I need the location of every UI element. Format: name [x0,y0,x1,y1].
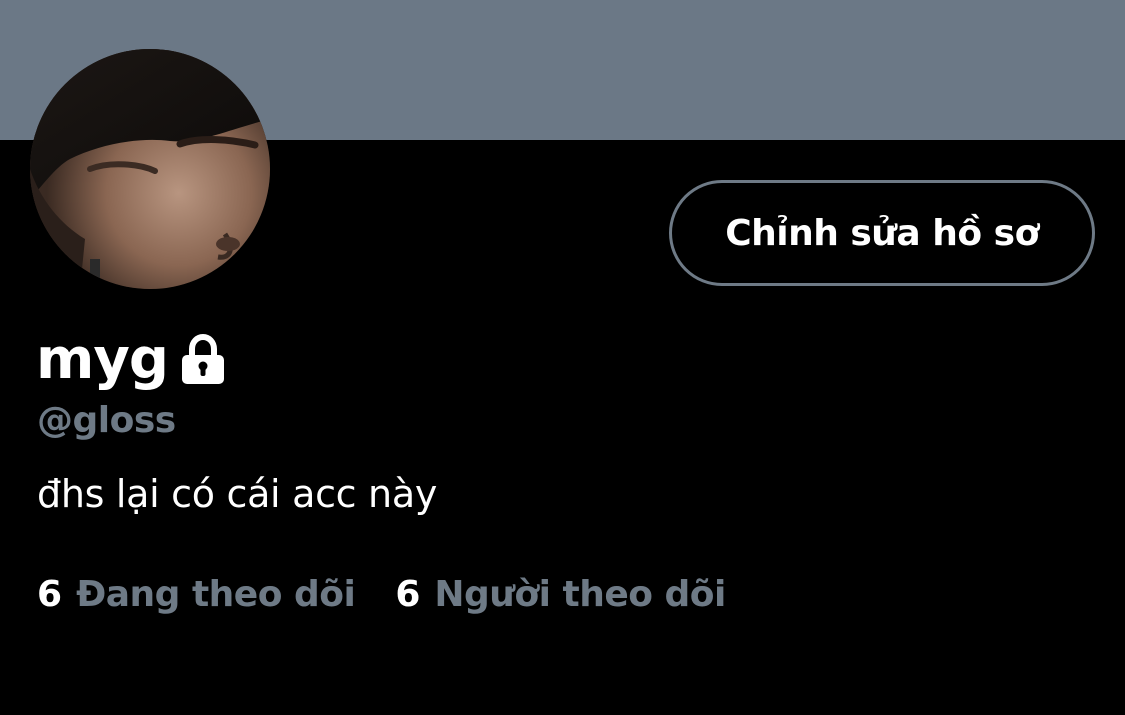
following-link[interactable]: 6 Đang theo dõi [37,570,356,620]
edit-profile-button[interactable]: Chỉnh sửa hồ sơ [669,180,1095,286]
avatar[interactable] [30,49,270,289]
display-name: myg [36,327,169,392]
username-handle: @gloss [37,400,176,441]
profile-bio: đhs lại có cái acc này [37,472,438,516]
profile-header: Chỉnh sửa hồ sơ myg @gloss đhs lại có cá… [0,0,1125,715]
followers-count: 6 [395,574,421,615]
avatar-photo [30,49,270,289]
following-count: 6 [37,574,63,615]
followers-link[interactable]: 6 Người theo dõi [395,570,726,620]
followers-label: Người theo dõi [434,574,726,615]
follow-stats: 6 Đang theo dõi 6 Người theo dõi [37,570,726,620]
name-row: myg [36,325,228,395]
lock-icon [178,333,228,386]
following-label: Đang theo dõi [76,574,356,615]
